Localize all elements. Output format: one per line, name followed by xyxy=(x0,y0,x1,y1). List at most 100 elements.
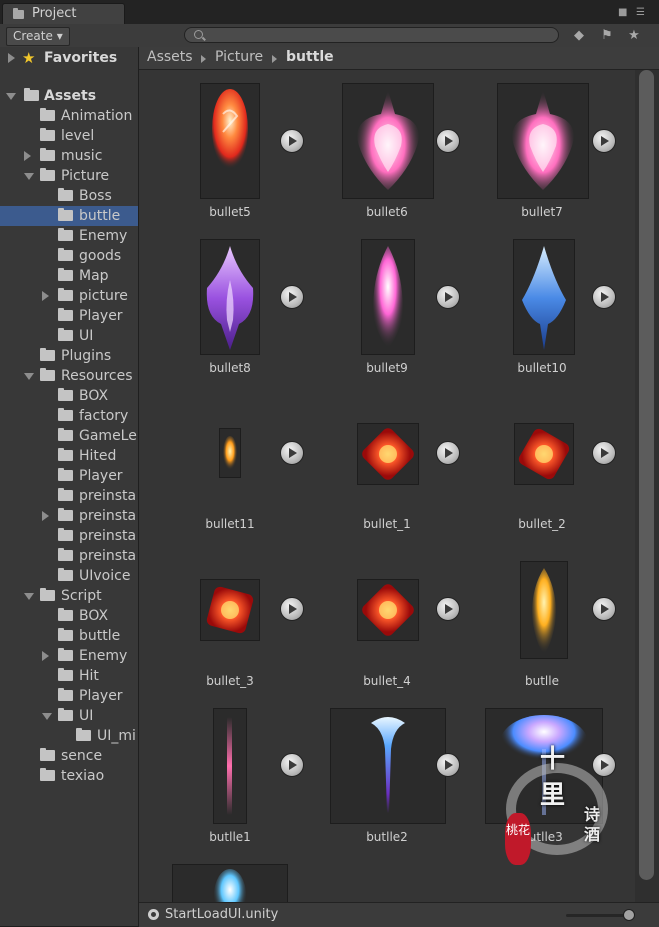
asset-thumbnail-bullet7[interactable] xyxy=(497,83,589,199)
play-preview-button[interactable] xyxy=(280,597,304,621)
tree-item[interactable]: sence xyxy=(0,746,138,766)
tree-label: picture xyxy=(79,288,128,304)
tree-item[interactable]: Hited xyxy=(0,446,138,466)
expand-arrow-icon[interactable] xyxy=(8,53,15,63)
menu-icon[interactable]: ☰ xyxy=(636,7,645,18)
slider-knob[interactable] xyxy=(623,909,635,921)
collapse-arrow-icon[interactable] xyxy=(24,373,34,380)
tree-item[interactable]: buttle xyxy=(0,626,138,646)
breadcrumb-item[interactable]: Assets xyxy=(147,49,193,65)
tree-item[interactable]: GameLe xyxy=(0,426,138,446)
tree-label: preinsta xyxy=(79,488,137,504)
search-icon xyxy=(194,30,203,39)
tree-item[interactable]: UIvoice xyxy=(0,566,138,586)
tree-label: texiao xyxy=(61,768,105,784)
tree-item[interactable]: goods xyxy=(0,246,138,266)
asset-thumbnail-butlle[interactable] xyxy=(520,561,568,659)
asset-thumbnail-butlle2[interactable] xyxy=(330,708,446,824)
asset-thumbnail-bullet9[interactable] xyxy=(361,239,415,355)
asset-thumbnail-bullet-4[interactable] xyxy=(357,579,419,641)
play-preview-button[interactable] xyxy=(592,441,616,465)
lock-icon[interactable]: ■ xyxy=(618,7,627,18)
tree-item[interactable]: Boss xyxy=(0,186,138,206)
breadcrumb-item[interactable]: Picture xyxy=(215,49,263,65)
tree-item[interactable]: BOX xyxy=(0,386,138,406)
play-preview-button[interactable] xyxy=(592,129,616,153)
tab-project[interactable]: Project xyxy=(2,3,125,24)
tree-item[interactable]: Plugins xyxy=(0,346,138,366)
tree-item[interactable]: BOX xyxy=(0,606,138,626)
watermark-logo: 十 里 诗 酒 桃花 xyxy=(500,733,620,883)
star-filter-icon[interactable]: ★ xyxy=(625,28,643,44)
tree-item[interactable]: Map xyxy=(0,266,138,286)
expand-arrow-icon[interactable] xyxy=(24,151,31,161)
folder-icon xyxy=(40,348,55,361)
label-tag-icon[interactable]: ⚑ xyxy=(598,28,616,44)
asset-thumbnail-butlle1[interactable] xyxy=(213,708,247,824)
play-preview-button[interactable] xyxy=(592,285,616,309)
tree-item[interactable]: Player xyxy=(0,466,138,486)
collapse-arrow-icon[interactable] xyxy=(24,173,34,180)
tree-favorites[interactable]: ★ Favorites xyxy=(0,48,138,68)
collapse-arrow-icon[interactable] xyxy=(42,713,52,720)
tree-item[interactable]: preinsta xyxy=(0,526,138,546)
search-input[interactable] xyxy=(184,27,559,43)
tree-item[interactable]: Player xyxy=(0,686,138,706)
tree-item[interactable]: picture xyxy=(0,286,138,306)
play-preview-button[interactable] xyxy=(436,441,460,465)
play-preview-button[interactable] xyxy=(280,753,304,777)
tree-item[interactable]: Hit xyxy=(0,666,138,686)
asset-thumbnail-bullet-2[interactable] xyxy=(514,423,574,485)
tree-item[interactable]: Resources xyxy=(0,366,138,386)
tree-item[interactable]: buttle xyxy=(0,206,138,226)
play-preview-button[interactable] xyxy=(436,285,460,309)
folder-icon xyxy=(58,448,73,461)
asset-thumbnail-partial[interactable] xyxy=(172,864,288,902)
tree-item[interactable]: Enemy xyxy=(0,646,138,666)
tree-item[interactable]: Script xyxy=(0,586,138,606)
asset-thumbnail-bullet5[interactable] xyxy=(200,83,260,199)
play-preview-button[interactable] xyxy=(436,597,460,621)
asset-thumbnail-bullet10[interactable] xyxy=(513,239,575,355)
filter-type-icon[interactable]: ◆ xyxy=(570,28,588,44)
expand-arrow-icon[interactable] xyxy=(42,651,49,661)
tree-item[interactable]: Enemy xyxy=(0,226,138,246)
tree-item[interactable]: Picture xyxy=(0,166,138,186)
tree-item[interactable]: preinsta xyxy=(0,486,138,506)
tree-item[interactable]: music xyxy=(0,146,138,166)
play-preview-button[interactable] xyxy=(436,753,460,777)
play-preview-button[interactable] xyxy=(592,597,616,621)
tree-item[interactable]: UI xyxy=(0,706,138,726)
tree-item[interactable]: preinsta xyxy=(0,506,138,526)
asset-thumbnail-bullet-1[interactable] xyxy=(357,423,419,485)
collapse-arrow-icon[interactable] xyxy=(24,593,34,600)
tree-item[interactable]: level xyxy=(0,126,138,146)
collapse-arrow-icon[interactable] xyxy=(6,93,16,100)
play-preview-button[interactable] xyxy=(436,129,460,153)
expand-arrow-icon[interactable] xyxy=(42,511,49,521)
tree-item[interactable]: Animation xyxy=(0,106,138,126)
tree-item[interactable]: preinsta xyxy=(0,546,138,566)
asset-thumbnail-bullet8[interactable] xyxy=(200,239,260,355)
folder-icon xyxy=(76,728,91,741)
play-preview-button[interactable] xyxy=(280,441,304,465)
asset-thumbnail-bullet11[interactable] xyxy=(219,428,241,478)
tree-label: sence xyxy=(61,748,103,764)
tree-item[interactable]: UI_mi xyxy=(0,726,138,746)
tree-label: Assets xyxy=(44,88,97,104)
tree-item[interactable]: factory xyxy=(0,406,138,426)
vertical-scrollbar[interactable] xyxy=(635,70,659,902)
tree-label: Player xyxy=(79,308,123,324)
tree-item[interactable]: UI xyxy=(0,326,138,346)
tree-item[interactable]: Player xyxy=(0,306,138,326)
scrollbar-thumb[interactable] xyxy=(639,70,654,880)
asset-thumbnail-bullet6[interactable] xyxy=(342,83,434,199)
expand-arrow-icon[interactable] xyxy=(42,291,49,301)
play-preview-button[interactable] xyxy=(280,285,304,309)
asset-thumbnail-bullet-3[interactable] xyxy=(200,579,260,641)
play-preview-button[interactable] xyxy=(280,129,304,153)
tree-assets[interactable]: Assets xyxy=(0,86,138,106)
tree-item[interactable]: texiao xyxy=(0,766,138,786)
create-button[interactable]: Create ▾ xyxy=(6,27,70,46)
folder-icon xyxy=(58,228,73,241)
